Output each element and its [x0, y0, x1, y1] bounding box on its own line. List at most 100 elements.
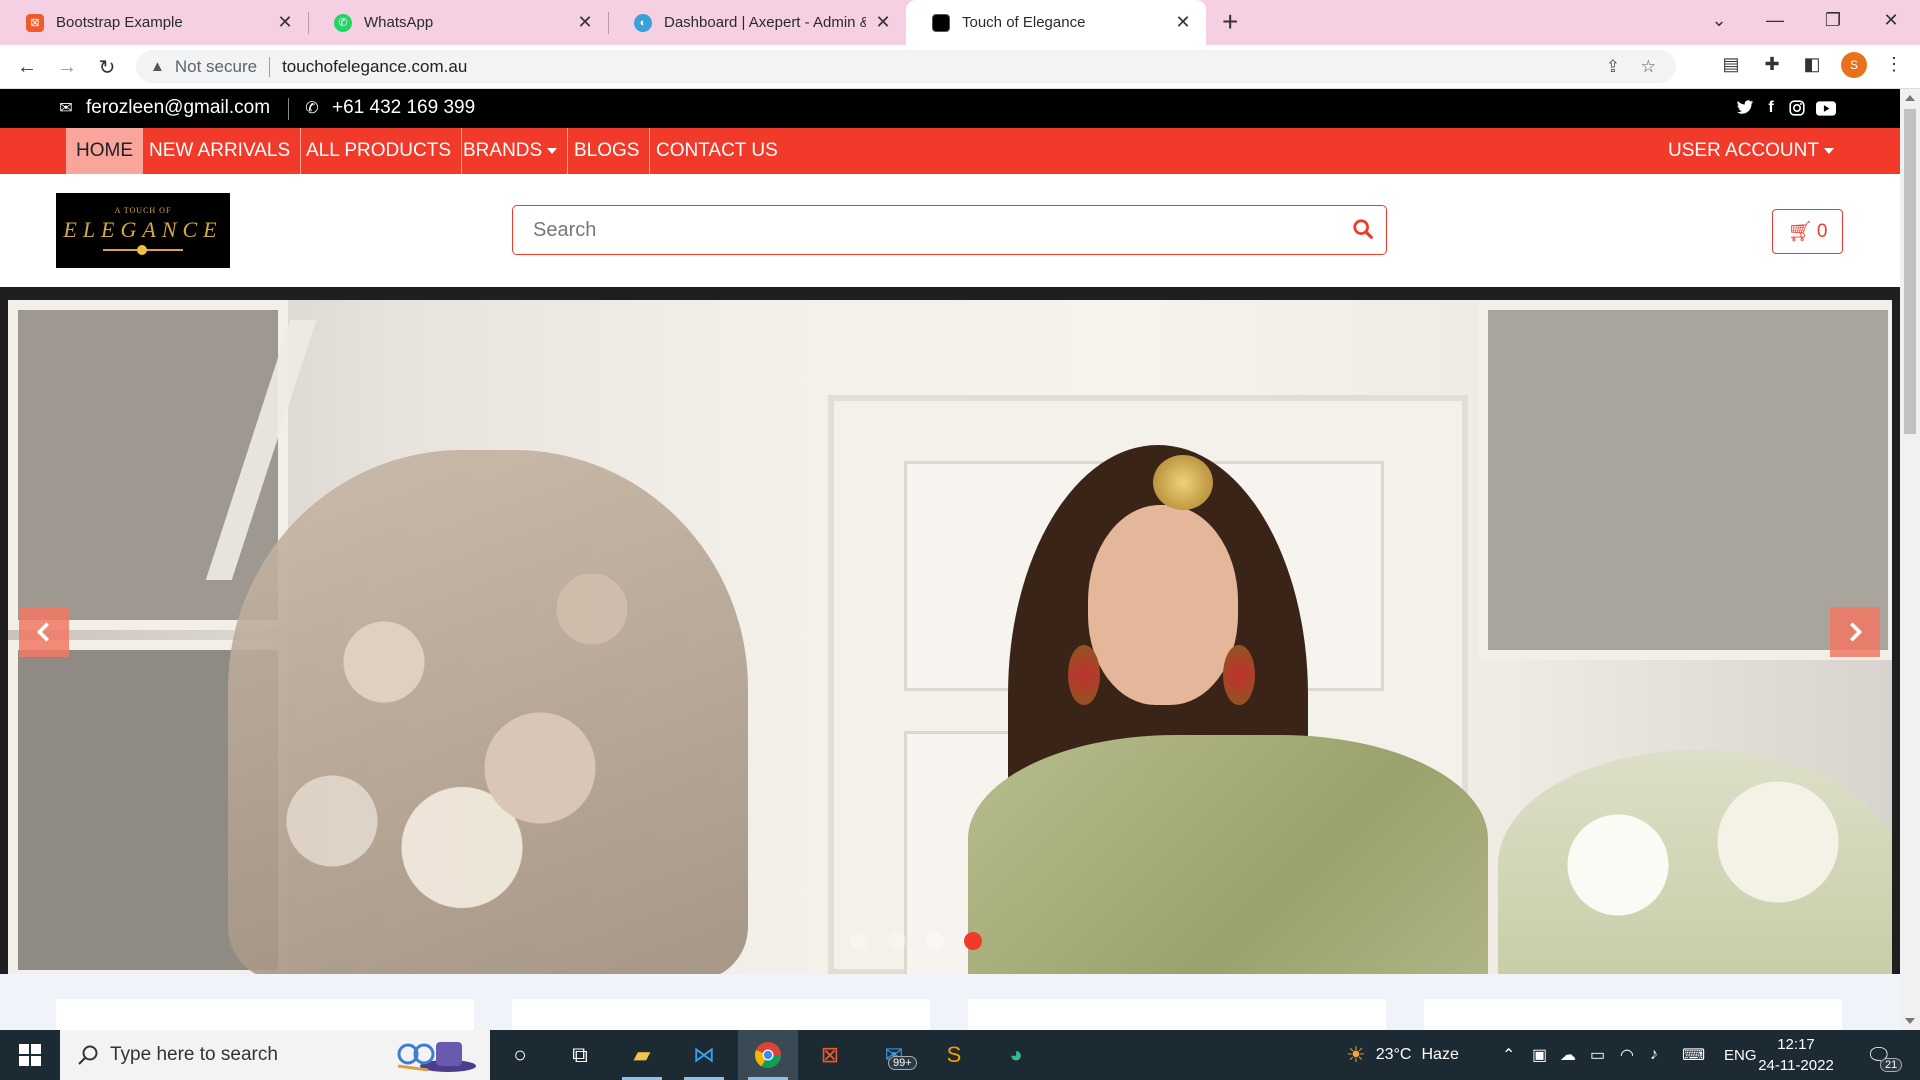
close-tab-icon[interactable]: ✕: [576, 12, 594, 33]
chrome-icon[interactable]: [738, 1030, 798, 1080]
instagram-icon[interactable]: [1786, 97, 1808, 119]
sublime-text-icon[interactable]: S: [924, 1030, 984, 1080]
user-account-dropdown[interactable]: USER ACCOUNT: [1668, 128, 1834, 174]
mail-icon[interactable]: ✉: [864, 1030, 924, 1080]
page-scrollbar[interactable]: [1900, 89, 1920, 1030]
edge-icon[interactable]: ◕: [986, 1030, 1046, 1080]
decor-white-flowers: [1498, 750, 1892, 974]
cart-button[interactable]: 🛒︎ 0: [1772, 209, 1843, 254]
phone-text[interactable]: +61 432 169 399: [332, 97, 475, 119]
scrollbar-thumb[interactable]: [1904, 109, 1916, 434]
carousel-indicators: [850, 932, 982, 950]
share-icon[interactable]: ⇪: [1606, 57, 1620, 77]
search-placeholder: Search: [533, 218, 597, 241]
taskbar-search-box[interactable]: Type here to search: [60, 1030, 490, 1080]
side-panel-icon[interactable]: ◧: [1800, 52, 1824, 76]
wifi-icon[interactable]: ◠: [1620, 1030, 1634, 1080]
show-hidden-icons-chevron-icon[interactable]: ⌃: [1502, 1030, 1515, 1080]
contact-email[interactable]: ✉ ferozleen@gmail.com: [56, 97, 270, 119]
carousel-indicator[interactable]: [888, 932, 906, 950]
warning-triangle-icon[interactable]: ▲: [150, 58, 165, 75]
search-icon[interactable]: [1352, 218, 1374, 240]
onedrive-cloud-icon[interactable]: ☁: [1560, 1030, 1576, 1080]
carousel-next-button[interactable]: [1830, 607, 1880, 657]
contact-phone[interactable]: ✆ +61 432 169 399: [302, 97, 475, 119]
forward-arrow-icon[interactable]: →: [52, 52, 82, 82]
nav-all-products[interactable]: ALL PRODUCTS: [296, 128, 462, 174]
nav-contact-us[interactable]: CONTACT US: [646, 128, 788, 174]
nav-brands-label: BRANDS: [463, 140, 543, 161]
logo-wordmark: ELEGANCE: [63, 217, 223, 242]
twitter-icon[interactable]: [1734, 97, 1756, 119]
product-card[interactable]: [1424, 999, 1842, 1030]
input-language[interactable]: ENG: [1724, 1030, 1757, 1080]
main-navigation: HOME NEW ARRIVALS ALL PRODUCTS BRANDS BL…: [0, 128, 1900, 174]
notification-center-icon[interactable]: 🗨︎: [1866, 1030, 1891, 1080]
mail-badge: 99+: [888, 1056, 917, 1070]
meet-now-icon[interactable]: ▣: [1532, 1030, 1547, 1080]
reading-list-icon[interactable]: ▤: [1719, 52, 1743, 76]
touch-keyboard-icon[interactable]: ⌨: [1682, 1030, 1705, 1080]
caret-down-icon: [1823, 148, 1834, 154]
file-explorer-icon[interactable]: ▰: [612, 1030, 672, 1080]
youtube-icon[interactable]: [1815, 97, 1837, 119]
volume-icon[interactable]: ♪: [1650, 1030, 1658, 1080]
product-card[interactable]: [968, 999, 1386, 1030]
security-label[interactable]: Not secure: [175, 57, 257, 77]
browser-tab-strip: ⊠ Bootstrap Example ✕ ✆ WhatsApp ✕ ◐ Das…: [0, 0, 1920, 45]
tab-dashboard-axepert[interactable]: ◐ Dashboard | Axepert - Admin & D ✕: [608, 0, 906, 45]
carousel-indicator[interactable]: [850, 932, 868, 950]
restore-icon[interactable]: ❐: [1804, 0, 1862, 40]
nav-new-arrivals[interactable]: NEW ARRIVALS: [139, 128, 302, 174]
tab-search-chevron-icon[interactable]: ⌄: [1690, 0, 1748, 40]
minimize-icon[interactable]: —: [1746, 0, 1804, 40]
scroll-up-arrow-icon[interactable]: [1905, 95, 1915, 101]
tab-whatsapp[interactable]: ✆ WhatsApp ✕: [308, 0, 608, 45]
carousel-slide-image: [8, 300, 1892, 974]
carousel-indicator-active[interactable]: [964, 932, 982, 950]
vscode-icon[interactable]: ⋈: [674, 1030, 734, 1080]
tab-bootstrap-example[interactable]: ⊠ Bootstrap Example ✕: [0, 0, 308, 45]
close-tab-icon[interactable]: ✕: [874, 12, 892, 33]
nav-blogs[interactable]: BLOGS: [564, 128, 651, 174]
tab-touch-of-elegance[interactable]: Touch of Elegance ✕: [906, 0, 1206, 45]
nav-home[interactable]: HOME: [66, 128, 143, 174]
weather-widget[interactable]: ☀ 23°C Haze: [1346, 1030, 1459, 1080]
scroll-down-arrow-icon[interactable]: [1905, 1018, 1915, 1024]
nav-brands[interactable]: BRANDS: [453, 128, 569, 174]
logo-ornament: [103, 245, 183, 255]
bootstrap-example-favicon-icon: ⊠: [26, 13, 44, 32]
reload-icon[interactable]: ↻: [92, 52, 122, 82]
carousel-prev-button[interactable]: [19, 607, 69, 657]
carousel-indicator[interactable]: [926, 932, 944, 950]
site-logo[interactable]: A TOUCH OF ELEGANCE: [56, 193, 230, 268]
new-tab-icon[interactable]: +: [1222, 6, 1238, 38]
weather-temp: 23°C: [1375, 1046, 1412, 1063]
battery-icon[interactable]: ▭: [1590, 1030, 1605, 1080]
more-menu-icon[interactable]: ⋮: [1882, 52, 1906, 76]
clock-time: 12:17: [1777, 1036, 1815, 1053]
cortana-icon[interactable]: ○: [490, 1030, 550, 1080]
close-tab-icon[interactable]: ✕: [276, 12, 294, 33]
close-window-icon[interactable]: ✕: [1862, 0, 1920, 40]
profile-avatar[interactable]: S: [1841, 52, 1867, 78]
facebook-icon[interactable]: f: [1760, 97, 1782, 119]
email-text[interactable]: ferozleen@gmail.com: [86, 97, 270, 119]
product-card[interactable]: [56, 999, 474, 1030]
url-text[interactable]: touchofelegance.com.au: [282, 57, 467, 77]
close-tab-icon[interactable]: ✕: [1174, 12, 1192, 33]
xampp-icon[interactable]: ⊠: [800, 1030, 860, 1080]
tab-title: WhatsApp: [364, 14, 434, 31]
product-card[interactable]: [512, 999, 930, 1030]
notification-count-badge: 21: [1880, 1058, 1903, 1072]
task-view-icon[interactable]: ⧉: [550, 1030, 610, 1080]
address-bar[interactable]: ▲ Not secure touchofelegance.com.au ☆ ⇪: [136, 50, 1676, 83]
bookmark-star-icon[interactable]: ☆: [1641, 57, 1656, 77]
search-highlight-illustration-icon: [397, 1042, 476, 1072]
start-button[interactable]: [0, 1030, 60, 1080]
extensions-puzzle-icon[interactable]: ✚: [1760, 52, 1784, 76]
search-input[interactable]: Search: [512, 205, 1387, 255]
taskbar-clock[interactable]: 12:17 24-11-2022: [1756, 1034, 1836, 1076]
hero-carousel: [0, 287, 1900, 974]
back-arrow-icon[interactable]: ←: [12, 52, 42, 82]
